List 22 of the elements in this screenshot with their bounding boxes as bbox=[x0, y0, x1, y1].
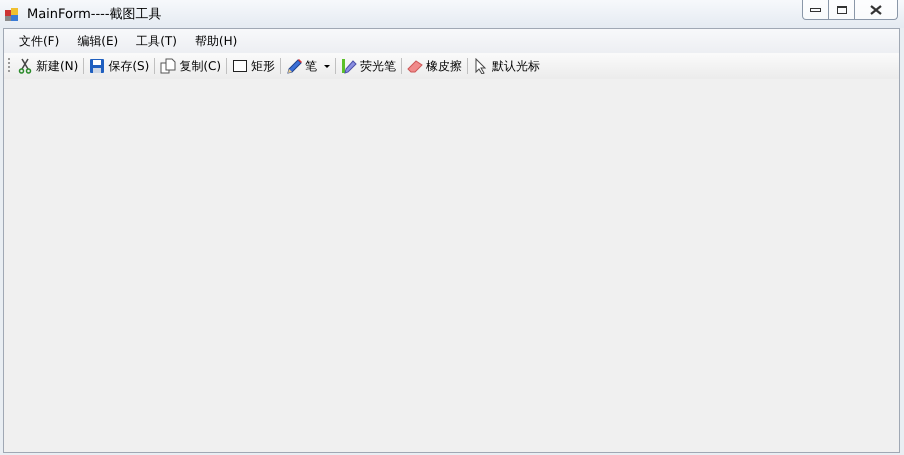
save-icon bbox=[89, 58, 106, 74]
toolbar-button[interactable]: 矩形 bbox=[230, 55, 278, 77]
scissors-icon bbox=[17, 58, 33, 74]
toolbar-button[interactable]: 默认光标 bbox=[471, 55, 542, 77]
toolbar-button[interactable]: 笔 bbox=[284, 55, 332, 77]
close-icon bbox=[870, 4, 882, 14]
copy-icon bbox=[160, 58, 176, 74]
window-title: MainForm----截图工具 bbox=[27, 6, 162, 24]
menu-item[interactable]: 编辑(E) bbox=[68, 31, 128, 51]
menu-item[interactable]: 文件(F) bbox=[10, 31, 68, 51]
toolbar-button[interactable]: 橡皮擦 bbox=[405, 55, 464, 77]
toolbar-button[interactable]: 复制(C) bbox=[158, 55, 224, 77]
pencil-icon bbox=[286, 58, 302, 74]
menu-item[interactable]: 帮助(H) bbox=[186, 31, 246, 51]
toolbar-button[interactable]: 新建(N) bbox=[15, 55, 80, 77]
toolbar-button[interactable]: 保存(S) bbox=[87, 55, 152, 77]
marker-icon bbox=[341, 58, 358, 74]
app-icon bbox=[5, 8, 19, 22]
menu-item[interactable]: 工具(T) bbox=[127, 31, 186, 51]
eraser-icon bbox=[407, 58, 424, 74]
toolbar-button[interactable]: 荧光笔 bbox=[339, 55, 398, 77]
rectangle-icon bbox=[232, 58, 248, 74]
